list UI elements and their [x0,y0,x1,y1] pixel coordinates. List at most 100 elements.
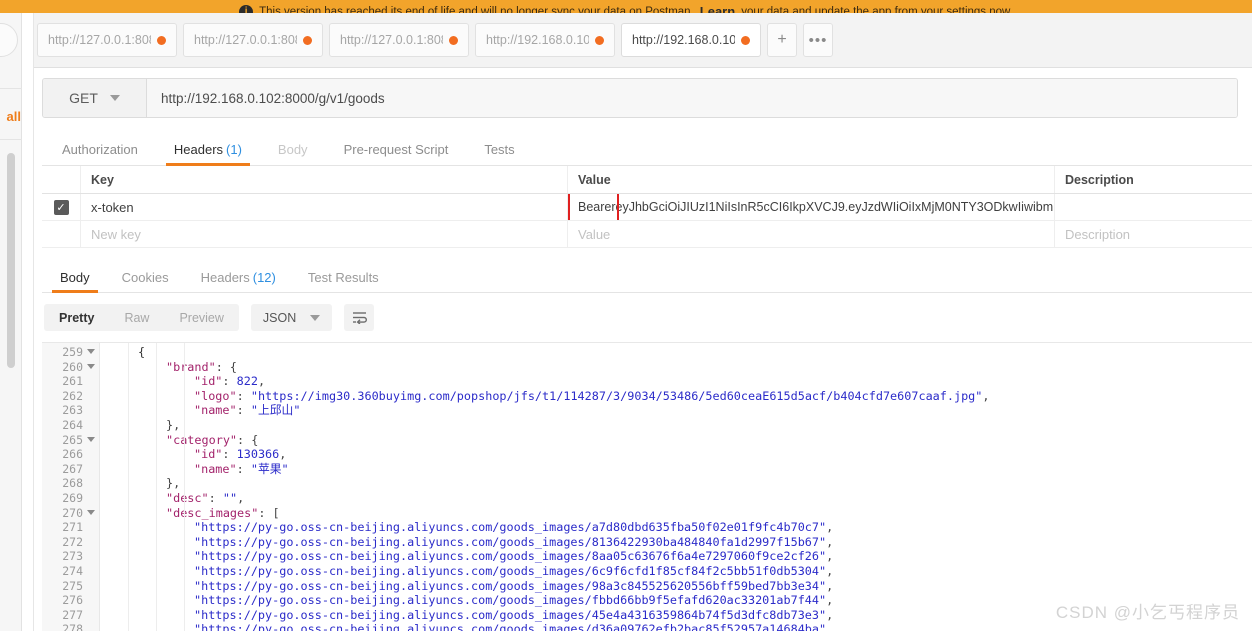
json-line: "https://py-go.oss-cn-beijing.aliyuncs.c… [194,563,834,578]
word-wrap-glyph [352,312,367,324]
unsaved-dot-icon [449,35,458,45]
new-tab-button[interactable]: + [767,23,797,57]
json-line: "category": { [166,432,259,447]
json-response-viewer[interactable]: 259 260 261 262 263 264 265 266 267 268 269 270 271 2… [42,342,1252,631]
json-line: "desc_images": [ [166,505,280,520]
new-value-placeholder: Value [578,226,611,242]
view-mode-pretty[interactable]: Pretty [44,304,109,331]
json-line: "name": "上邱山" [194,403,301,418]
line-number: 262 [62,388,83,403]
tab-body-label: Body [277,142,308,157]
chevron-down-icon [109,95,120,101]
left-sidebar-rail: all [0,13,22,631]
new-value-cell[interactable]: Value [568,221,1055,247]
rail-divider-top [0,88,22,89]
header-description-cell[interactable] [1055,194,1252,220]
header-value-cell[interactable]: Bearer eyJhbGciOiJIUzI1NiIsInR5cCI6IkpXV… [568,194,1055,220]
banner-learn-link[interactable]: Learn [700,4,735,13]
line-number: 274 [62,563,83,578]
view-mode-raw[interactable]: Raw [109,304,164,331]
json-line: "https://py-go.oss-cn-beijing.aliyuncs.c… [194,549,834,564]
info-icon: i [239,4,254,13]
rail-gap [22,13,33,631]
rail-divider-bottom [0,139,22,140]
format-selector[interactable]: JSON [250,304,333,331]
tab-headers[interactable]: Headers (1) [156,142,260,166]
line-number: 259 [42,345,99,360]
tab-tests-label: Tests [484,142,515,157]
tab-pre-request-script[interactable]: Pre-request Script [326,143,467,165]
json-line: "https://py-go.oss-cn-beijing.aliyuncs.c… [194,622,834,631]
tab-authorization[interactable]: Authorization [44,143,156,165]
fold-arrow-icon[interactable] [87,349,95,354]
request-tab[interactable]: http://127.0.0.1:8083/ [329,23,469,57]
line-number-gutter: 259 260 261 262 263 264 265 266 267 268 269 270 271 2… [42,343,100,631]
line-number: 260 [42,360,99,375]
line-number: 265 [42,433,99,448]
tab-headers-count: (1) [226,142,242,157]
json-line: "brand": { [166,359,238,374]
tab-response-body[interactable]: Body [44,271,106,293]
request-tab[interactable]: http://127.0.0.1:8083/ [37,23,177,57]
header-key-cell[interactable]: x-token [81,194,568,220]
fold-arrow-icon[interactable] [87,509,95,515]
json-line: "logo": "https://img30.360buyimg.com/pop… [194,388,990,403]
new-description-cell[interactable]: Description [1055,221,1252,247]
line-number: 270 [42,506,99,521]
view-mode-preview[interactable]: Preview [164,304,238,331]
request-tab-active[interactable]: http://192.168.0.102:8 [621,23,761,57]
unsaved-dot-icon [157,35,166,45]
http-method-selector[interactable]: GET [43,79,147,117]
line-number: 277 [62,607,83,622]
json-line: "desc": "", [166,490,245,505]
tab-body[interactable]: Body [260,143,326,165]
request-tab[interactable]: http://127.0.0.1:8083/ [183,23,323,57]
line-number: 268 [62,476,83,491]
http-method-label: GET [69,90,98,106]
request-tab-label: http://127.0.0.1:8083/ [194,33,297,47]
json-line: }, [166,417,181,432]
new-description-placeholder: Description [1065,226,1131,242]
json-line: "https://py-go.oss-cn-beijing.aliyuncs.c… [194,534,834,549]
tab-response-headers-count: (12) [252,270,276,285]
request-tab[interactable]: http://192.168.0.102:8 [475,23,615,57]
request-subtab-bar: Authorization Headers (1) Body Pre-reques… [42,128,1252,166]
column-header-value: Value [568,166,1055,193]
tab-cookies[interactable]: Cookies [106,271,185,292]
line-number: 267 [62,461,83,476]
tab-tests[interactable]: Tests [466,143,532,165]
sidebar-all-label[interactable]: all [0,109,22,124]
table-row: ✓ x-token Bearer eyJhbGciOiJIUzI1NiIsInR… [42,194,1252,221]
line-number: 271 [62,520,83,535]
new-key-cell[interactable]: New key [81,221,568,247]
format-selector-label: JSON [262,310,297,325]
json-line: "id": 822, [194,374,266,389]
word-wrap-icon[interactable] [344,304,375,331]
request-tab-label: http://127.0.0.1:8083/ [340,33,443,47]
tab-pre-request-script-label: Pre-request Script [343,142,449,157]
line-number: 269 [62,490,83,505]
header-value-token: eyJhbGciOiJIUzI1NiIsInR5cCI6IkpXVCJ9.eyJ… [615,200,1055,214]
column-header-description: Description [1065,172,1134,187]
banner-text: This version has reached its end of life… [259,5,694,14]
tab-response-headers[interactable]: Headers (12) [185,271,292,292]
request-tab-label: http://127.0.0.1:8083/ [48,33,151,47]
header-enabled-checkbox[interactable]: ✓ [53,199,69,215]
indent-guide [156,343,157,631]
fold-arrow-icon[interactable] [87,436,95,442]
line-number: 264 [62,417,83,432]
sidebar-scrollbar[interactable] [7,153,15,368]
line-number: 266 [62,447,83,462]
response-view-toolbar: Pretty Raw Preview JSON [34,293,1252,342]
column-header-key: Key [81,166,568,193]
line-number: 273 [62,549,83,564]
line-number: 261 [62,374,83,389]
unsaved-dot-icon [741,35,750,45]
tab-more-options-button[interactable]: ••• [803,23,833,57]
tab-test-results-label: Test Results [307,270,379,285]
tab-test-results[interactable]: Test Results [292,271,395,292]
fold-arrow-icon[interactable] [87,363,95,369]
url-input[interactable]: http://192.168.0.102:8000/g/v1/goods [147,79,1237,117]
banner-text-after: your data and update the app from your s… [741,5,1013,14]
json-code-area[interactable]: {"brand": {"id": 822, "logo": "https://im… [100,343,1252,631]
